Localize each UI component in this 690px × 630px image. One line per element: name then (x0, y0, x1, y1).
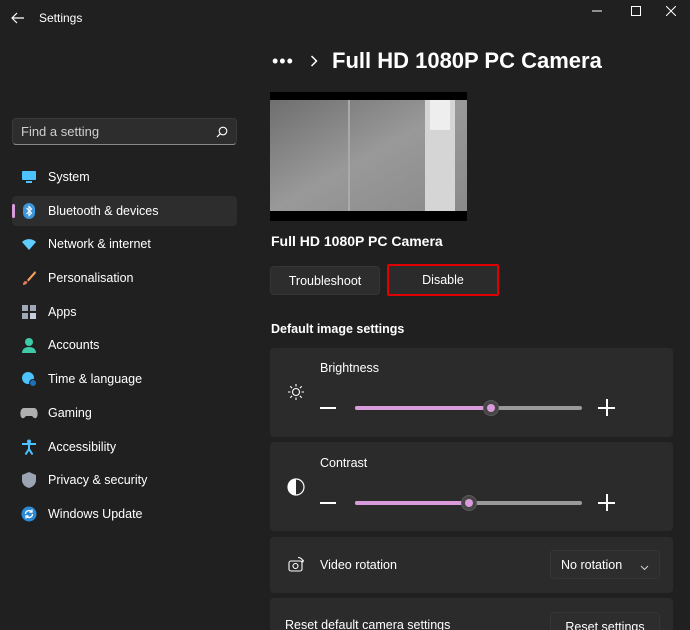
minimize-icon (592, 10, 602, 12)
plus-icon[interactable] (598, 399, 616, 417)
sidebar-item-label: Windows Update (48, 506, 143, 521)
shield-icon (20, 471, 38, 489)
page-title: Full HD 1080P PC Camera (332, 48, 602, 73)
sidebar-item-label: Accessibility (48, 439, 117, 454)
sidebar-item-label: System (48, 170, 90, 184)
maximize-button[interactable] (616, 2, 656, 20)
back-button[interactable] (8, 8, 28, 28)
sidebar-item-apps[interactable]: Apps (12, 297, 237, 327)
chevron-right-icon (310, 55, 318, 67)
close-button[interactable] (651, 2, 690, 20)
minus-icon[interactable] (320, 407, 336, 409)
app-title: Settings (39, 11, 83, 25)
globe-clock-icon (20, 370, 38, 388)
sidebar-item-label: Apps (48, 304, 77, 319)
sidebar-item-label: Network & internet (48, 237, 151, 252)
breadcrumb-overflow-button[interactable]: ••• (272, 51, 298, 72)
maximize-icon (631, 6, 641, 16)
arrow-left-icon (11, 12, 24, 24)
slider-fill (355, 406, 492, 410)
brush-icon (20, 269, 38, 287)
search-icon (216, 126, 228, 137)
apps-icon (20, 303, 38, 321)
sidebar-item-accessibility[interactable]: Accessibility (12, 432, 237, 462)
reset-settings-button[interactable]: Reset settings (550, 612, 660, 630)
accessibility-icon (20, 438, 38, 456)
disable-button[interactable]: Disable (387, 264, 499, 296)
slider-thumb[interactable] (483, 400, 500, 416)
brightness-label: Brightness (320, 361, 380, 375)
system-icon (20, 168, 38, 186)
contrast-slider[interactable] (320, 492, 620, 514)
close-icon (666, 6, 676, 16)
search-box[interactable] (12, 118, 237, 145)
gamepad-icon (20, 404, 38, 422)
sidebar-nav: System Bluetooth & devices Network & int… (12, 162, 237, 533)
update-icon (20, 505, 38, 523)
sidebar-item-network-internet[interactable]: Network & internet (12, 229, 237, 259)
minimize-button[interactable] (577, 2, 617, 20)
sidebar-item-privacy-security[interactable]: Privacy & security (12, 465, 237, 495)
contrast-label: Contrast (320, 456, 368, 470)
sidebar-item-windows-update[interactable]: Windows Update (12, 499, 237, 529)
sun-icon (285, 381, 307, 403)
dropdown-selected-value: No rotation (561, 557, 623, 572)
troubleshoot-button[interactable]: Troubleshoot (270, 266, 380, 295)
video-rotation-card: Video rotation No rotation (270, 537, 673, 593)
wifi-icon (20, 235, 38, 253)
breadcrumb: ••• Full HD 1080P PC Camera (272, 44, 602, 78)
contrast-card: Contrast (270, 442, 673, 531)
reset-settings-label: Reset default camera settings (285, 618, 451, 630)
sidebar-item-time-language[interactable]: Time & language (12, 364, 237, 394)
slider-track[interactable] (355, 495, 582, 511)
reset-camera-card: Reset default camera settings Reset sett… (270, 598, 673, 630)
brightness-slider[interactable] (320, 397, 620, 419)
section-heading: Default image settings (271, 322, 405, 336)
bluetooth-icon (20, 202, 38, 220)
sidebar-item-label: Privacy & security (48, 473, 148, 488)
plus-icon[interactable] (598, 494, 616, 512)
sidebar-item-label: Gaming (48, 405, 92, 420)
search-input[interactable] (21, 124, 216, 139)
title-bar: Settings (0, 0, 690, 36)
sidebar-item-bluetooth-devices[interactable]: Bluetooth & devices (12, 195, 237, 226)
camera-name: Full HD 1080P PC Camera (271, 233, 443, 249)
person-icon (20, 336, 38, 354)
settings-window: Settings System Bluetooth & (0, 0, 690, 630)
sidebar-item-label: Bluetooth & devices (48, 203, 159, 218)
rotate-camera-icon (285, 554, 307, 576)
sidebar-item-system[interactable]: System (12, 162, 237, 192)
contrast-icon (285, 476, 307, 498)
video-rotation-dropdown[interactable]: No rotation (550, 550, 660, 579)
minus-icon[interactable] (320, 502, 336, 504)
sidebar-item-label: Personalisation (48, 271, 134, 286)
brightness-card: Brightness (270, 348, 673, 437)
slider-track[interactable] (355, 400, 582, 416)
sidebar-item-label: Accounts (48, 338, 100, 353)
slider-thumb[interactable] (460, 495, 477, 511)
sidebar-item-accounts[interactable]: Accounts (12, 330, 237, 360)
video-rotation-label: Video rotation (320, 558, 397, 572)
sidebar-item-label: Time & language (48, 372, 143, 387)
slider-fill (355, 501, 469, 505)
sidebar-item-gaming[interactable]: Gaming (12, 398, 237, 428)
camera-preview (270, 92, 467, 221)
chevron-down-icon (640, 560, 649, 574)
sidebar-item-personalisation[interactable]: Personalisation (12, 263, 237, 293)
